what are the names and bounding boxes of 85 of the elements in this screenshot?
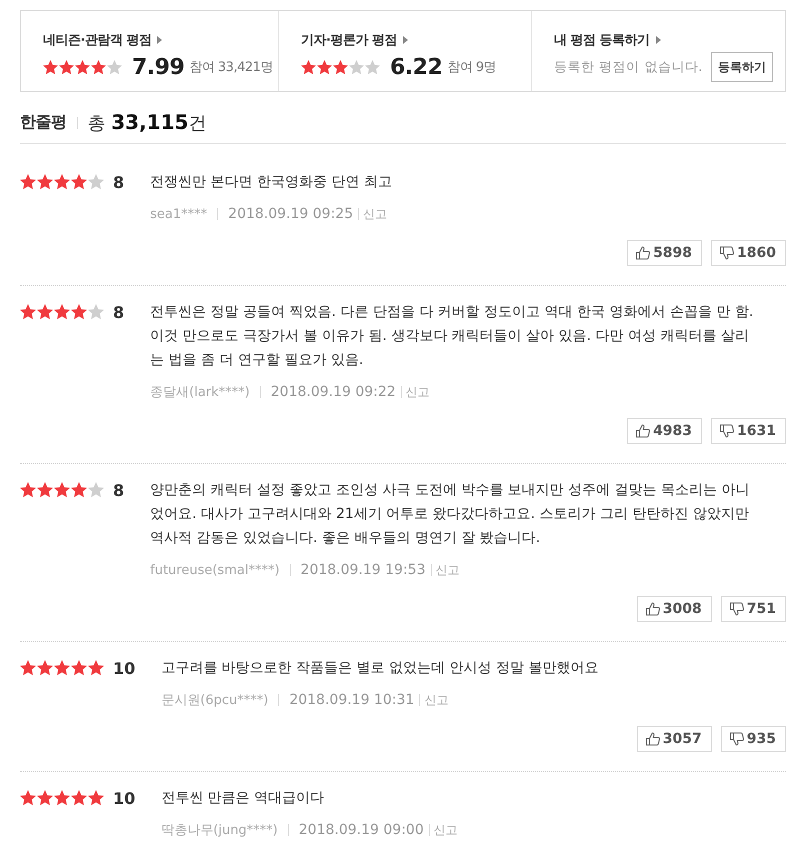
review-text: 고구려를 바탕으로한 작품들은 별로 없었는데 안시성 정말 볼만했어요 (161, 659, 600, 678)
star-icon (71, 304, 87, 320)
star-icon (37, 482, 53, 498)
star-icon (20, 660, 36, 676)
star-icon (37, 174, 53, 190)
rating-title-link[interactable]: 네티즌·관람객 평점 (43, 31, 152, 49)
star-icon (317, 60, 332, 74)
review-author: 종달새(lark****) (150, 384, 250, 401)
like-button[interactable]: 3008 (636, 596, 712, 622)
star-icon (20, 304, 36, 320)
review-count: 총 33,115건 (88, 110, 206, 135)
star-icon (88, 304, 104, 320)
star-icon (301, 60, 316, 74)
dislike-button[interactable]: 751 (720, 596, 786, 622)
star-icon (71, 790, 87, 806)
star-icon (349, 60, 364, 74)
like-button[interactable]: 4983 (627, 418, 702, 444)
review-author: sea1**** (150, 206, 208, 222)
review-text: 양만춘의 캐릭터 설정 좋았고 조인성 사극 도전에 박수를 보내지만 성주에 걸맞는 목소리는 아니었어요. 대사가 고구려시대와 21세기 어투로 왔다갔다하고요. 스토리가 그리 탄탄하진 않았지만 역사적 감동은 있었습니다. 좋은 배우들의 명연기 잘 봤습니다. (150, 481, 751, 548)
star-icon (37, 790, 53, 806)
thumbs-down-icon (719, 423, 736, 439)
section-title: 한줄평 (20, 112, 66, 133)
rating-score: 6.22 (390, 54, 442, 80)
star-icon (20, 482, 36, 498)
thumbs-up-icon (635, 423, 652, 439)
empty-rating-message: 등록한 평점이 없습니다. (554, 59, 703, 76)
review-text: 전쟁씬만 본다면 한국영화중 단연 최고 (150, 173, 393, 192)
star-icon (20, 790, 36, 806)
register-button[interactable]: 등록하기 (710, 52, 773, 82)
star-icon (54, 790, 70, 806)
review-score: 10 (113, 658, 136, 678)
star-icon (37, 660, 53, 676)
star-icon (88, 790, 104, 806)
star-icon (365, 60, 380, 74)
like-button[interactable]: 5898 (627, 240, 702, 266)
my-rating-link[interactable]: 내 평점 등록하기 (554, 31, 650, 49)
thumbs-up-icon (644, 731, 661, 747)
star-icon (54, 304, 70, 320)
review-score: 8 (113, 302, 124, 322)
review-date: 2018.09.19 09:00 (298, 822, 424, 838)
review-author: 딱총나무(jung****) (161, 822, 278, 839)
star-icon (54, 660, 70, 676)
star-icon (59, 60, 74, 74)
review-text: 전투씬 만큼은 역대급이다 (161, 789, 326, 808)
star-icon (71, 174, 87, 190)
review-date: 2018.09.19 09:25 (228, 206, 354, 222)
thumbs-down-icon (728, 601, 745, 617)
thumbs-up-icon (635, 245, 652, 261)
review-author: futureuse(smal****) (150, 562, 280, 578)
star-icon (54, 482, 70, 498)
star-icon (75, 60, 90, 74)
star-icon (88, 482, 104, 498)
review-text: 전투씬은 정말 공들여 찍었음. 다른 단점을 다 커버할 정도이고 역대 한국 영화에서 손꼽을 만 함. 이것 만으로도 극장가서 볼 이유가 됨. 생각보다 캐릭터들이 살아 있음. 다만 여성 캐릭터를 살리는 법을 좀 더 연구할 필요가 있음. (150, 303, 754, 370)
rating-score: 7.99 (132, 54, 184, 80)
star-icon (91, 60, 106, 74)
caret-icon (656, 36, 661, 44)
star-icon (107, 60, 122, 74)
star-icon (333, 60, 348, 74)
star-icon (43, 60, 58, 74)
review-score: 10 (113, 788, 136, 808)
review-date: 2018.09.19 09:22 (270, 384, 396, 400)
review-author: 문시원(6pcu****) (161, 692, 268, 709)
star-icon (54, 174, 70, 190)
rating-title-link[interactable]: 기자·평론가 평점 (301, 31, 397, 49)
participant-count: 참여 33,421명 (189, 59, 273, 76)
thumbs-up-icon (644, 601, 661, 617)
review-score: 8 (113, 172, 124, 192)
review-score: 8 (113, 480, 124, 500)
star-icon (37, 304, 53, 320)
dislike-button[interactable]: 1631 (711, 418, 786, 444)
review-date: 2018.09.19 10:31 (289, 692, 414, 708)
star-icon (71, 660, 87, 676)
review-date: 2018.09.19 19:53 (300, 562, 426, 578)
thumbs-down-icon (728, 731, 745, 747)
star-icon (71, 482, 87, 498)
star-icon (88, 174, 104, 190)
participant-count: 참여 9명 (447, 59, 496, 76)
like-button[interactable]: 3057 (636, 726, 712, 752)
star-icon (20, 174, 36, 190)
thumbs-down-icon (719, 245, 736, 261)
star-icon (88, 660, 104, 676)
dislike-button[interactable]: 935 (720, 726, 786, 752)
caret-icon (157, 36, 162, 44)
dislike-button[interactable]: 1860 (711, 240, 786, 266)
caret-icon (402, 36, 408, 44)
